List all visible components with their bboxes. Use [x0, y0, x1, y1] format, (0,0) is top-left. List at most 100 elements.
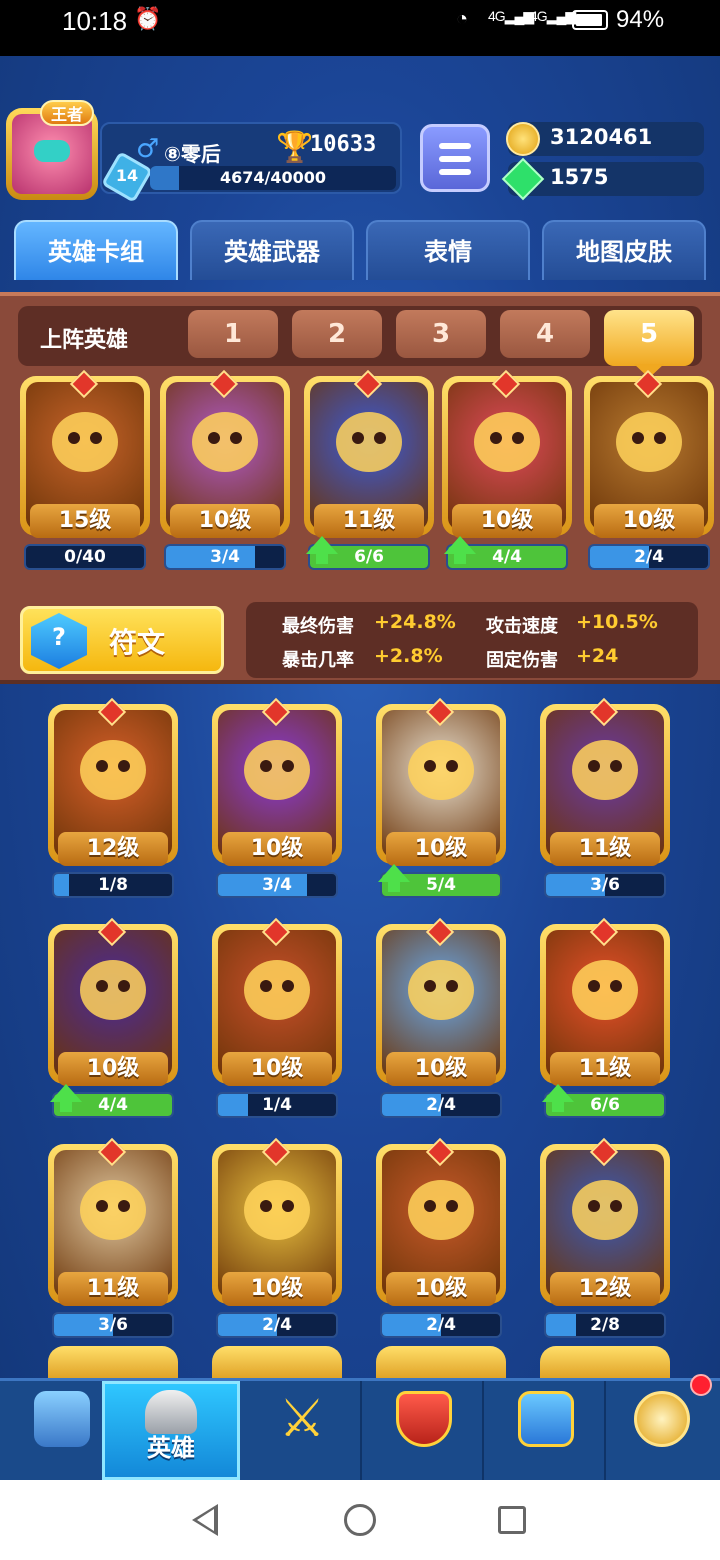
stat-value: +10.5% — [576, 611, 658, 633]
hero-progress-text: 0/40 — [64, 547, 106, 567]
trophy-icon: 🏆 — [276, 130, 314, 165]
hero-progress-bar: 2/4 — [380, 1092, 502, 1118]
system-nav-bar — [0, 1480, 720, 1560]
tab-hero-weapons[interactable]: 英雄武器 — [190, 220, 354, 280]
deck-tab-4[interactable]: 4 — [500, 310, 590, 358]
hero-progress-text: 2/4 — [262, 1315, 292, 1335]
hero-level: 12级 — [550, 1272, 660, 1306]
hero-face — [80, 1180, 146, 1240]
nav-battle[interactable]: ⚔ — [240, 1381, 362, 1480]
recent-apps-icon[interactable] — [498, 1506, 526, 1534]
hero-progress-text: 3/6 — [98, 1315, 128, 1335]
nav-social[interactable] — [484, 1381, 606, 1480]
coin-count: 3120461 — [550, 125, 653, 149]
hero-level: 11级 — [314, 504, 424, 538]
tab-hero-deck[interactable]: 英雄卡组 — [14, 220, 178, 280]
hero-level: 11级 — [550, 832, 660, 866]
upgrade-arrow-icon — [444, 536, 476, 564]
stat-value: +24 — [576, 645, 619, 667]
hero-progress-text: 1/4 — [262, 1095, 292, 1115]
hero-progress-text: 1/8 — [98, 875, 128, 895]
signal-icon: 4G▂▄▆ — [488, 8, 534, 24]
back-icon[interactable] — [192, 1504, 218, 1536]
upgrade-arrow-icon — [50, 1084, 82, 1112]
hero-level: 10级 — [386, 1272, 496, 1306]
coin-icon — [506, 122, 540, 156]
hero-progress-text: 2/8 — [590, 1315, 620, 1335]
tab-map-skins[interactable]: 地图皮肤 — [542, 220, 706, 280]
menu-button[interactable] — [420, 124, 490, 192]
hero-face — [572, 740, 638, 800]
hero-progress-bar: 3/6 — [52, 1312, 174, 1338]
hero-progress-text: 2/4 — [426, 1315, 456, 1335]
hero-face — [52, 412, 118, 472]
hero-progress-text: 2/4 — [426, 1095, 456, 1115]
stat-name: 暴击几率 — [282, 650, 354, 671]
hero-face — [572, 960, 638, 1020]
hero-progress-text: 3/4 — [262, 875, 292, 895]
deck-tab-3[interactable]: 3 — [396, 310, 486, 358]
hero-level: 10级 — [594, 504, 704, 538]
xp-text: 4674/40000 — [219, 168, 327, 187]
stat-name: 固定伤害 — [486, 650, 558, 671]
deck-tab-1[interactable]: 1 — [188, 310, 278, 358]
hero-progress-bar: 1/4 — [216, 1092, 338, 1118]
player-level: 14 — [115, 166, 139, 185]
squad-panel: 上阵英雄 1 2 3 4 5 15级 0/40 10级 3/4 11级 6/6 10级 4/4… — [0, 292, 720, 684]
upgrade-arrow-icon — [542, 1084, 574, 1112]
hero-level: 10级 — [386, 1052, 496, 1086]
crossed-swords-icon: ⚔ — [278, 1389, 326, 1449]
hero-level: 10级 — [222, 1272, 332, 1306]
rune-label: 符文 — [109, 626, 166, 659]
deck-tab-2[interactable]: 2 — [292, 310, 382, 358]
rune-button[interactable]: ? 符文 — [20, 606, 224, 674]
hero-level: 10级 — [222, 1052, 332, 1086]
upgrade-arrow-icon — [378, 864, 410, 892]
hero-face — [80, 960, 146, 1020]
home-icon[interactable] — [344, 1504, 376, 1536]
wifi-icon: ◔ — [456, 8, 469, 30]
hero-progress-bar: 3/4 — [216, 872, 338, 898]
team-banner-icon — [518, 1391, 574, 1447]
hero-face — [408, 960, 474, 1020]
hero-level: 10级 — [452, 504, 562, 538]
alarm-icon: ⏰ — [134, 6, 162, 31]
player-name: ⑧零后 — [164, 142, 221, 166]
hero-face — [244, 1180, 310, 1240]
hero-level: 11级 — [58, 1272, 168, 1306]
hero-level: 10级 — [170, 504, 280, 538]
trophy-count: 10633 — [310, 132, 377, 157]
stats-panel: 最终伤害 +24.8% 攻击速度 +10.5% 暴击几率 +2.8% 固定伤害 … — [246, 602, 698, 678]
bottom-nav: 英雄 ⚔ — [0, 1378, 720, 1480]
hero-face — [408, 1180, 474, 1240]
hero-face — [572, 1180, 638, 1240]
nav-guild[interactable] — [362, 1381, 484, 1480]
hero-face — [474, 412, 540, 472]
gem-count: 1575 — [550, 165, 609, 189]
hero-face — [192, 412, 258, 472]
xp-bar: 4674/40000 — [150, 166, 396, 190]
tab-emotes[interactable]: 表情 — [366, 220, 530, 280]
deck-tab-5[interactable]: 5 — [604, 310, 694, 378]
nav-explore[interactable] — [606, 1381, 720, 1480]
stat-name: 最终伤害 — [282, 616, 354, 637]
male-icon: ♂ — [136, 134, 160, 164]
hero-face — [244, 740, 310, 800]
rank-badge: 王者 — [40, 100, 94, 126]
hero-face — [80, 740, 146, 800]
game-screen: 王者 ♂ ⑧零后 🏆 10633 14 4674/40000 3120461 1… — [0, 56, 720, 1480]
compass-icon — [634, 1391, 690, 1447]
hero-level: 12级 — [58, 832, 168, 866]
treasure-chest-icon — [34, 1391, 90, 1447]
battery-percent: 94% — [616, 6, 665, 33]
hero-progress-bar: 3/4 — [164, 544, 286, 570]
hero-progress-bar: 3/6 — [544, 872, 666, 898]
squad-label: 上阵英雄 — [40, 328, 129, 353]
nav-heroes[interactable]: 英雄 — [102, 1381, 240, 1480]
hero-face — [244, 960, 310, 1020]
hero-progress-text: 3/4 — [210, 547, 240, 567]
hero-progress-bar: 0/40 — [24, 544, 146, 570]
hero-progress-text: 3/6 — [590, 875, 620, 895]
hero-level: 10级 — [386, 832, 496, 866]
crown-shield-icon — [396, 1391, 452, 1447]
